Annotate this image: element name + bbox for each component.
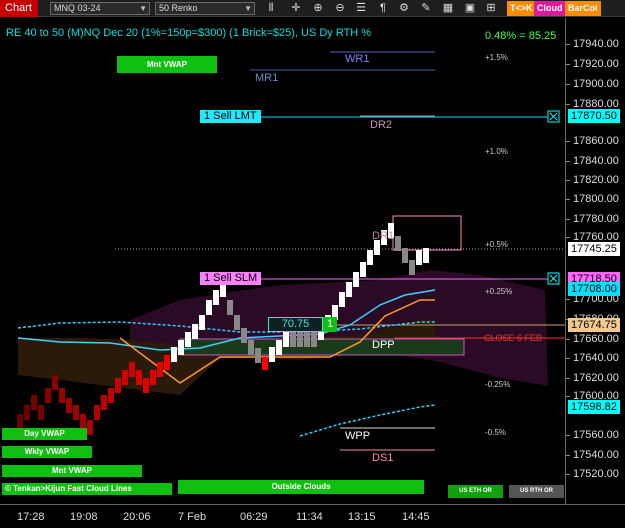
bar-type-select[interactable]: 50 Renko ▼ [155, 2, 255, 15]
y-tick: 17940.00 [566, 38, 619, 50]
y-tick: 17840.00 [566, 155, 619, 167]
price-axis[interactable]: 17940.00 17920.00 17900.00 17880.00 1786… [565, 18, 625, 504]
instrument-select[interactable]: MNQ 03-24 ▼ [50, 2, 150, 15]
price-flag-last: 17745.25 [568, 242, 620, 256]
grid-icon[interactable]: ▦ [441, 1, 455, 15]
zoom-out-icon[interactable]: ⊖ [333, 1, 347, 15]
y-tick: 17620.00 [566, 372, 619, 384]
dpp-label: DPP [372, 339, 395, 351]
ds1-label: DS1 [372, 452, 394, 464]
dr2-label: DR2 [370, 119, 393, 131]
chevron-down-icon: ▼ [139, 4, 147, 13]
x-tick: 17:28 [17, 511, 45, 523]
wr1-label: WR1 [345, 53, 370, 65]
sell-lmt-order-tag[interactable]: 1 Sell LMT [200, 110, 261, 123]
properties-icon[interactable]: ☰ [354, 1, 368, 15]
position-pnl-box[interactable]: 70.75 [268, 317, 323, 332]
tk-button[interactable]: T<>K [507, 1, 536, 16]
close-label: CLOSE 6 FEB [484, 333, 543, 343]
pct-label-0-5: +0.5% [485, 240, 508, 249]
zoom-in-icon[interactable]: ⊕ [311, 1, 325, 15]
pct-summary: 0.48% = 85.25 [485, 30, 557, 42]
bars-icon[interactable]: ⫴ [264, 1, 278, 15]
y-tick: 17520.00 [566, 468, 619, 480]
x-tick: 14:45 [402, 511, 430, 523]
x-tick: 20:06 [123, 511, 151, 523]
y-tick: 17660.00 [566, 333, 619, 345]
price-flag-fast-line: 17708.00 [568, 282, 620, 296]
chart-toolbar: Chart MNQ 03-24 ▼ 50 Renko ▼ ⫴ ✛ ⊕ ⊖ ☰ ¶ ⚙… [0, 0, 625, 17]
pct-label-neg-0-5: -0.5% [485, 428, 506, 437]
price-flag-vwap: 17598.82 [568, 400, 620, 414]
mnt-vwap-top-label: Mnt VWAP [117, 56, 217, 73]
y-tick: 17920.00 [566, 58, 619, 70]
pct-label-0-25: +0.25% [485, 287, 513, 296]
y-tick: 17860.00 [566, 135, 619, 147]
y-tick: 17820.00 [566, 174, 619, 186]
x-tick: 7 Feb [178, 511, 207, 523]
bar-type-value: 50 Renko [159, 3, 198, 13]
crosshair-icon[interactable]: ✛ [289, 1, 303, 15]
layout-icon[interactable]: ⊞ [484, 1, 498, 15]
outside-clouds-label: Outside Clouds [178, 480, 424, 494]
strategy-icon[interactable]: ⚙ [397, 1, 411, 15]
y-tick: 17780.00 [566, 213, 619, 225]
chart-title: RE 40 to 50 (M)NQ Dec 20 (1%=150p=$300) … [6, 27, 372, 39]
cloud-button[interactable]: Cloud [534, 1, 566, 16]
screen-icon[interactable]: ▣ [463, 1, 477, 15]
y-tick: 17800.00 [566, 193, 619, 205]
y-tick: 17640.00 [566, 352, 619, 364]
us-rth-or-button[interactable]: US RTH OR [509, 485, 564, 498]
x-tick: 06:29 [240, 511, 268, 523]
wpp-label: WPP [345, 430, 371, 442]
pct-label-neg-0-25: -0.25% [485, 380, 511, 389]
x-tick: 13:15 [348, 511, 376, 523]
mnt-vwap-label: Mnt VWAP [2, 465, 142, 477]
y-tick: 17540.00 [566, 449, 619, 461]
pct-label-1-5: +1.5% [485, 53, 508, 62]
time-axis[interactable]: 17:28 19:08 20:06 7 Feb 06:29 11:34 13:1… [0, 504, 625, 528]
y-tick: 17560.00 [566, 429, 619, 441]
pct-label-1-0: +1.0% [485, 147, 508, 156]
dpp-box [179, 338, 465, 356]
sell-slm-order-tag[interactable]: 1 Sell SLM [200, 272, 262, 285]
barcol-button[interactable]: BarCol [565, 1, 601, 16]
chevron-down-icon: ▼ [244, 4, 252, 13]
draw-icon[interactable]: ✎ [419, 1, 433, 15]
instrument-value: MNQ 03-24 [54, 3, 101, 13]
wkly-vwap-label: Wkly VWAP [2, 446, 92, 458]
x-tick: 19:08 [70, 511, 98, 523]
us-eth-or-button[interactable]: US ETH OR [448, 485, 503, 498]
position-qty-box[interactable]: 1 [323, 317, 337, 332]
price-flag-close: 17674.75 [568, 318, 620, 332]
tenkan-kijun-label: © Tenkan>Kijun Fast Cloud Lines [2, 483, 172, 495]
chart-tab[interactable]: Chart [0, 0, 38, 17]
price-flag-sell-lmt: 17870.50 [568, 109, 620, 123]
x-tick: 11:34 [296, 511, 323, 523]
dr1-label: DR1 [372, 230, 395, 242]
text-icon[interactable]: ¶ [376, 1, 390, 15]
dr1-box [392, 215, 462, 251]
day-vwap-label: Day VWAP [2, 428, 87, 440]
mr1-label: MR1 [255, 72, 279, 84]
y-tick: 17900.00 [566, 78, 619, 90]
